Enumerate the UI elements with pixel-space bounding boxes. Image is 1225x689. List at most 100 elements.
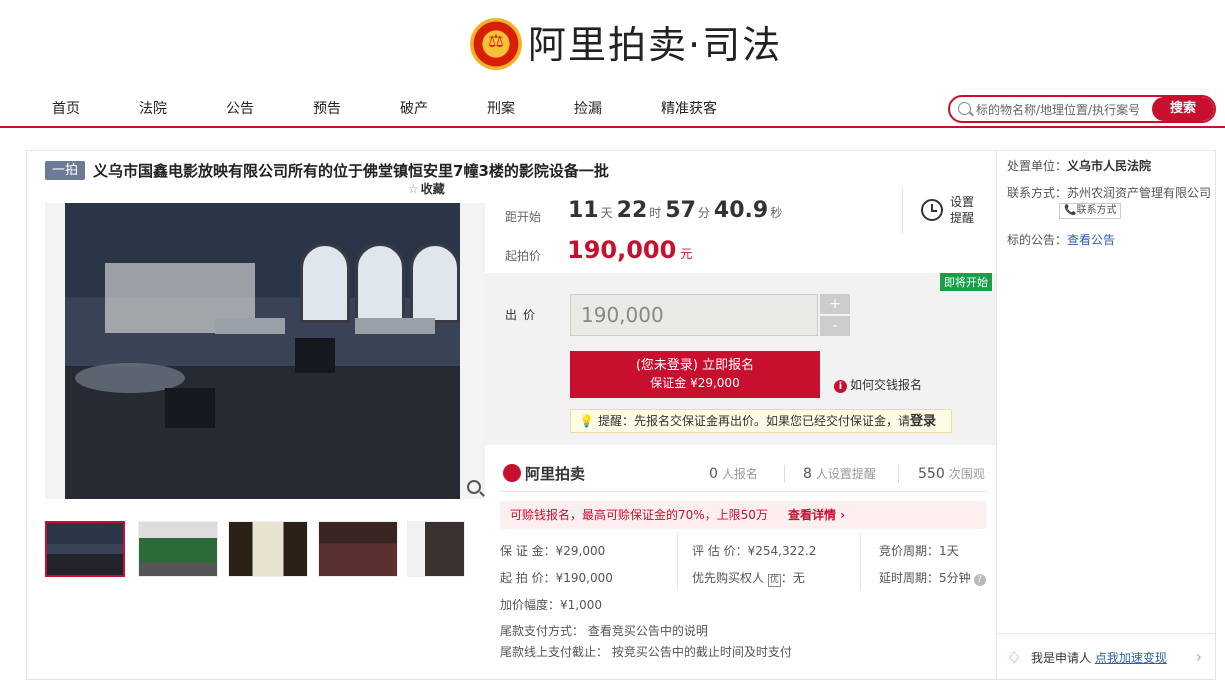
cinema-interior-image [65, 203, 460, 499]
reminder-label: 设置提醒 [950, 195, 975, 225]
view-count: 550 次围观 [918, 465, 985, 482]
favorite-label: 收藏 [420, 182, 445, 196]
header: ⚖ 阿里拍卖·司法 [0, 0, 1225, 90]
applicant-text: 我是申请人 点我加速变现 [1031, 649, 1167, 666]
nav-bargains[interactable]: 捡漏 [574, 98, 602, 118]
decrease-bid-button[interactable]: - [820, 316, 850, 336]
promo-details-link[interactable]: 查看详情 › [788, 501, 845, 529]
item-title: 义乌市国鑫电影放映有限公司所有的位于佛堂镇恒安里7幢3楼的影院设备一批 [93, 162, 609, 180]
start-price-info: 起 拍 价：¥190,000 [500, 571, 613, 585]
search-input[interactable] [976, 101, 1146, 119]
set-reminder-button[interactable]: 设置提醒 [902, 188, 982, 234]
priority-icon: 优 [767, 574, 781, 587]
start-price-value: 190,000 [567, 236, 677, 264]
price-unit: 元 [680, 247, 693, 261]
priority-label: 优先购买权人 [692, 571, 765, 585]
nav-bankruptcy[interactable]: 破产 [400, 98, 428, 118]
chevron-right-icon: › [1195, 647, 1202, 666]
promo-text: 可赊钱报名，最高可赊保证金的70%，上限50万 [510, 508, 768, 522]
nav-precise-leads[interactable]: 精准获客 [661, 98, 717, 118]
stats-row: 阿里拍卖 0 人报名 8 人设置提醒 550 次围观 [500, 460, 986, 492]
search-box: 搜索 [948, 95, 1216, 123]
thumbnail-5[interactable] [407, 521, 465, 577]
accelerate-link[interactable]: 点我加速变现 [1095, 651, 1167, 665]
tip-text: 提醒：先报名交保证金再出价。如果您已经交付保证金，请 [597, 414, 910, 428]
how-to-pay-link[interactable]: i 如何交钱报名 [834, 376, 922, 393]
login-tip: 💡 提醒：先报名交保证金再出价。如果您已经交付保证金，请登录 [570, 409, 952, 433]
count-label: 次围观 [948, 467, 985, 481]
round-tag: 一拍 [45, 161, 85, 180]
bid-amount-input[interactable]: 190,000 [570, 294, 818, 336]
count-label: 人报名 [721, 467, 758, 481]
table-shape [355, 318, 435, 334]
count: 550 [918, 466, 945, 482]
chair-shape [295, 338, 335, 373]
divider [677, 533, 678, 589]
notice-label: 标的公告： [1007, 233, 1068, 247]
help-icon[interactable]: ? [973, 574, 986, 586]
start-price-label: 起拍价 [505, 249, 542, 263]
court-label: 处置单位： [1007, 159, 1068, 173]
nav-home[interactable]: 首页 [52, 98, 80, 118]
how-to-pay-label: 如何交钱报名 [850, 378, 923, 392]
favorite-button[interactable]: ☆ 收藏 [408, 180, 458, 200]
nav-previews[interactable]: 预告 [313, 98, 341, 118]
main-nav: 首页 法院 公告 预告 破产 刑案 捡漏 精准获客 搜索 [0, 90, 1225, 128]
credit-promo: 可赊钱报名，最高可赊保证金的70%，上限50万 查看详情 › [500, 501, 986, 529]
enroll-button[interactable]: (您未登录) 立即报名 保证金 ¥29,000 [570, 351, 820, 398]
table-shape [215, 318, 285, 334]
increase-bid-button[interactable]: + [820, 294, 850, 314]
unit: 时 [649, 206, 662, 220]
divider [860, 533, 861, 589]
right-sidebar: 处置单位：义乌市人民法院 联系方式：苏州农润资产管理有限公司 📞联系方式 标的公… [996, 151, 1216, 679]
court-name[interactable]: 义乌市人民法院 [1067, 159, 1151, 173]
nav-courts[interactable]: 法院 [139, 98, 167, 118]
thumbnail-4[interactable] [318, 521, 398, 577]
status-badge: 即将开始 [940, 273, 992, 291]
unit: 分 [697, 206, 710, 220]
court-info: 处置单位：义乌市人民法院 [1007, 157, 1151, 174]
countdown-seconds: 40.9 [713, 198, 769, 223]
window-shape [410, 243, 460, 323]
applicant-banner[interactable]: ♢ 我是申请人 点我加速变现 › [997, 633, 1216, 679]
thumbnail-2[interactable] [138, 521, 218, 577]
enroll-deposit: 保证金 ¥29,000 [650, 376, 740, 390]
contact-info: 联系方式：苏州农润资产管理有限公司 [1007, 184, 1211, 201]
extension-label: 延时周期：5分钟 [879, 571, 971, 585]
window-shape [300, 243, 350, 323]
window-shape [355, 243, 405, 323]
extension-period-info: 延时周期：5分钟? [879, 569, 986, 586]
count: 8 [803, 466, 812, 482]
countdown-hours: 22 [616, 198, 648, 223]
applicant-label: 我是申请人 [1031, 651, 1095, 665]
search-icon [958, 102, 971, 115]
site-logo[interactable]: 阿里拍卖·司法 [528, 20, 782, 70]
thumbnail-1[interactable] [45, 521, 125, 577]
bid-label: 出价 [505, 308, 542, 322]
thumbnail-image [229, 522, 307, 576]
nav-announcements[interactable]: 公告 [226, 98, 254, 118]
countdown-label: 距开始 [505, 210, 542, 224]
auction-period-info: 竞价周期：1天 [879, 544, 959, 558]
view-notice-link[interactable]: 查看公告 [1067, 233, 1115, 247]
search-button[interactable]: 搜索 [1152, 97, 1214, 121]
chair-shape [165, 388, 215, 428]
thumbnail-image [408, 522, 464, 576]
zoom-icon[interactable] [467, 480, 481, 494]
countdown-days: 11 [568, 198, 599, 223]
ali-auction-logo: 阿里拍卖 [503, 463, 585, 484]
login-link[interactable]: 登录 [910, 414, 936, 429]
reminder-count: 8 人设置提醒 [803, 465, 876, 482]
nav-criminal[interactable]: 刑案 [487, 98, 515, 118]
count-label: 人设置提醒 [815, 467, 876, 481]
thumbnail-3[interactable] [228, 521, 308, 577]
lightbulb-icon: 💡 [579, 414, 594, 428]
enroll-label: (您未登录) 立即报名 [635, 358, 755, 373]
ali-logo-icon [503, 464, 521, 482]
contact-label: 联系方式： [1007, 186, 1068, 200]
unit: 秒 [770, 206, 783, 220]
main-photo[interactable] [45, 203, 485, 499]
countdown: 11 天 22 时 57 分 40.9 秒 [568, 198, 786, 223]
thumbnail-image [139, 522, 217, 576]
contact-button[interactable]: 📞联系方式 [1059, 203, 1122, 219]
